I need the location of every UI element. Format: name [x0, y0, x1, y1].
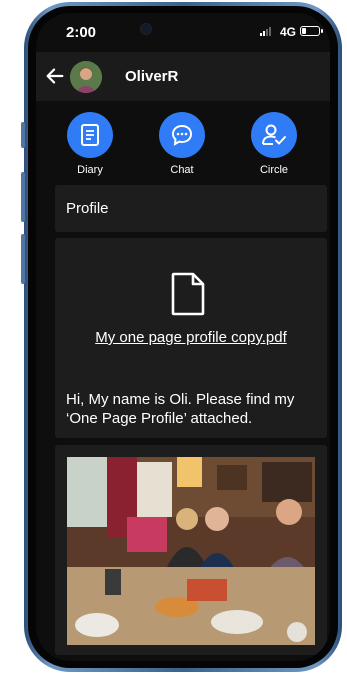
- signal-icon: [260, 27, 271, 36]
- back-arrow-icon[interactable]: [44, 65, 66, 87]
- avatar-photo: [70, 61, 102, 93]
- mute-switch: [21, 122, 25, 148]
- attachment-link[interactable]: My one page profile copy.pdf: [55, 329, 327, 346]
- circle-icon-circle[interactable]: [251, 112, 297, 158]
- photo-post-card: [55, 445, 327, 655]
- profile-username: OliverR: [125, 68, 179, 85]
- shared-photo[interactable]: [67, 457, 315, 645]
- volume-up-button: [21, 172, 25, 222]
- circle-label: Circle: [259, 164, 289, 176]
- diary-label: Diary: [77, 164, 103, 176]
- profile-post-card: My one page profile copy.pdf Hi, My name…: [55, 238, 327, 438]
- group-dinner-photo: [67, 457, 315, 645]
- post-message: Hi, My name is Oli. Please find my ‘One …: [66, 391, 295, 427]
- network-type: 4G: [280, 25, 297, 39]
- profile-section-title: Profile: [66, 200, 109, 217]
- avatar[interactable]: [70, 61, 102, 93]
- chat-bubble-icon: [171, 124, 193, 146]
- profile-section-header[interactable]: Profile: [55, 185, 327, 232]
- document-icon[interactable]: [169, 272, 207, 316]
- volume-down-button: [21, 234, 25, 284]
- chat-button[interactable]: Chat: [147, 112, 217, 176]
- app-bar: OliverR: [36, 52, 330, 101]
- battery-icon: [300, 26, 323, 36]
- phone-screen: 2:00 4G OliverR Diary Chat Circle Profil…: [36, 13, 330, 661]
- person-check-icon: [262, 124, 286, 145]
- front-camera: [140, 23, 152, 35]
- diary-icon: [81, 124, 99, 146]
- diary-button[interactable]: Diary: [55, 112, 125, 176]
- chat-label: Chat: [170, 164, 194, 176]
- diary-icon-circle[interactable]: [67, 112, 113, 158]
- circle-button[interactable]: Circle: [239, 112, 309, 176]
- status-time: 2:00: [66, 24, 97, 41]
- status-bar: 2:00 4G: [36, 13, 330, 53]
- chat-icon-circle[interactable]: [159, 112, 205, 158]
